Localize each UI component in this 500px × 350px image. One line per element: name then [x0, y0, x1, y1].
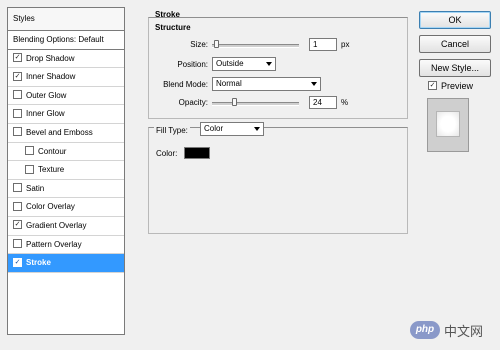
- style-checkbox[interactable]: [25, 164, 34, 174]
- style-checkbox[interactable]: [13, 108, 22, 118]
- style-checkbox[interactable]: [13, 183, 22, 193]
- preview-swatch: [436, 111, 460, 137]
- fill-type-select-value: Color: [204, 124, 224, 133]
- style-checkbox[interactable]: ✓: [13, 257, 22, 267]
- style-item-label: Inner Glow: [26, 109, 65, 119]
- size-unit: px: [341, 40, 350, 49]
- style-item-label: Outer Glow: [26, 90, 67, 100]
- structure-group-title: Structure: [155, 23, 193, 32]
- blend-mode-select-value: Normal: [216, 79, 242, 88]
- style-item-label: Color Overlay: [26, 202, 75, 212]
- opacity-input[interactable]: 24: [309, 96, 337, 109]
- ok-button[interactable]: OK: [419, 11, 491, 29]
- chevron-down-icon: [266, 62, 272, 66]
- style-item-stroke[interactable]: ✓ Stroke: [8, 254, 124, 273]
- opacity-slider-thumb[interactable]: [231, 98, 237, 106]
- position-select[interactable]: Outside: [212, 57, 276, 71]
- preview-checkbox[interactable]: ✓: [428, 81, 437, 91]
- opacity-slider-track[interactable]: [212, 102, 299, 106]
- size-slider-track[interactable]: [212, 44, 299, 48]
- style-item-contour[interactable]: Contour: [8, 143, 124, 162]
- color-label: Color:: [156, 149, 178, 158]
- style-checkbox[interactable]: ✓: [13, 52, 22, 62]
- style-item-inner-glow[interactable]: Inner Glow: [8, 105, 124, 124]
- style-item-texture[interactable]: Texture: [8, 161, 124, 180]
- style-item-color-overlay[interactable]: Color Overlay: [8, 198, 124, 217]
- style-item-label: Contour: [38, 146, 67, 156]
- style-item-label: Bevel and Emboss: [26, 127, 93, 137]
- style-checkbox[interactable]: [13, 127, 22, 137]
- style-checkbox[interactable]: [25, 145, 34, 155]
- styles-header[interactable]: Styles: [8, 8, 124, 31]
- watermark-text: 中文网: [444, 323, 484, 339]
- fill-type-groupbox: [148, 127, 408, 234]
- style-item-pattern-overlay[interactable]: Pattern Overlay: [8, 236, 124, 255]
- opacity-unit: %: [341, 98, 349, 107]
- preview-toggle[interactable]: ✓ Preview: [428, 81, 473, 91]
- style-item-label: Inner Shadow: [26, 72, 76, 82]
- style-item-satin[interactable]: Satin: [8, 180, 124, 199]
- style-item-inner-shadow[interactable]: ✓ Inner Shadow: [8, 68, 124, 87]
- preview-thumbnail: [427, 98, 469, 152]
- opacity-label: Opacity:: [178, 98, 208, 107]
- chevron-down-icon: [254, 127, 260, 131]
- color-swatch[interactable]: [184, 147, 210, 159]
- blend-mode-label: Blend Mode:: [163, 80, 208, 89]
- style-checkbox[interactable]: ✓: [13, 71, 22, 81]
- styles-items: Blending Options: Default ✓ Drop Shadow ✓ In…: [8, 31, 124, 273]
- watermark-logo: php: [410, 321, 440, 339]
- fill-type-select[interactable]: Color: [200, 122, 264, 136]
- style-item-label: Satin: [26, 183, 45, 193]
- style-item-label: Gradient Overlay: [26, 220, 87, 230]
- styles-list-panel: Styles Blending Options: Default ✓ Drop Sh…: [7, 7, 125, 335]
- preview-label: Preview: [441, 81, 474, 91]
- size-input[interactable]: 1: [309, 38, 337, 51]
- style-item-gradient-overlay[interactable]: ✓ Gradient Overlay: [8, 217, 124, 236]
- style-item-label: Pattern Overlay: [26, 239, 82, 249]
- style-checkbox[interactable]: [13, 90, 22, 100]
- watermark: php 中文网: [410, 319, 496, 341]
- position-select-value: Outside: [216, 59, 244, 68]
- style-item-label: Blending Options: Default: [13, 35, 104, 44]
- style-item-label: Stroke: [26, 258, 51, 268]
- style-item-bevel-and-emboss[interactable]: Bevel and Emboss: [8, 124, 124, 143]
- style-checkbox[interactable]: ✓: [13, 220, 22, 230]
- style-item-label: Texture: [38, 165, 65, 175]
- style-checkbox[interactable]: [13, 201, 22, 211]
- position-label: Position:: [177, 60, 208, 69]
- style-item-drop-shadow[interactable]: ✓ Drop Shadow: [8, 50, 124, 69]
- size-slider-thumb[interactable]: [213, 40, 219, 48]
- style-checkbox[interactable]: [13, 238, 22, 248]
- cancel-button[interactable]: Cancel: [419, 35, 491, 53]
- style-item-label: Drop Shadow: [26, 53, 75, 63]
- chevron-down-icon: [311, 82, 317, 86]
- blend-mode-select[interactable]: Normal: [212, 77, 321, 91]
- size-label: Size:: [190, 40, 208, 49]
- style-item-blending-options-default[interactable]: Blending Options: Default: [8, 31, 124, 50]
- new-style-button[interactable]: New Style...: [419, 59, 491, 77]
- style-item-outer-glow[interactable]: Outer Glow: [8, 87, 124, 106]
- fill-type-label: Fill Type:: [154, 126, 190, 135]
